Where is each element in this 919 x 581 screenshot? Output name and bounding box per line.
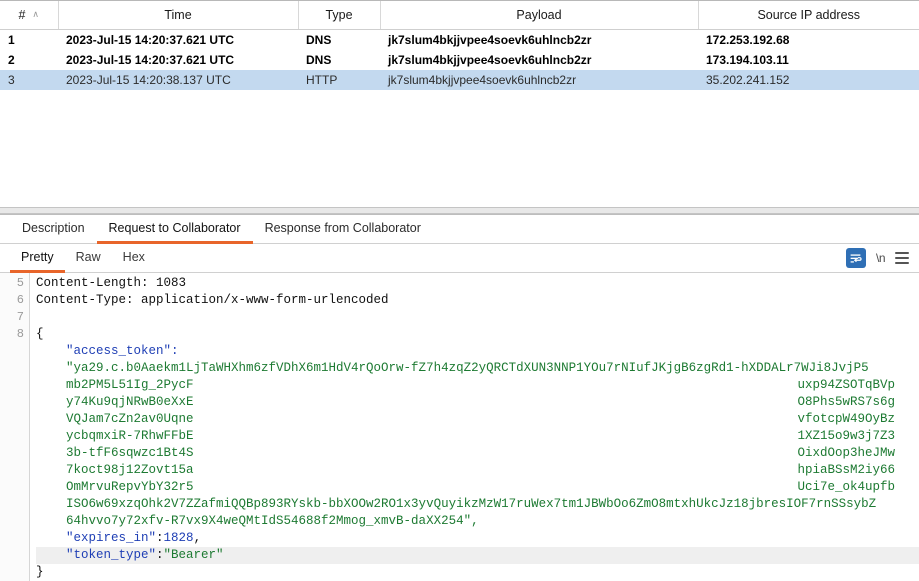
collaborator-interactions-table-panel: # ∧ Time Type Payload Source IP address …: [0, 0, 919, 207]
cell-payload: jk7slum4bkjjvpee4soevk6uhlncb2zr: [380, 70, 698, 90]
cell-time: 2023-Jul-15 14:20:38.137 UTC: [58, 70, 298, 90]
cell-number: 2: [0, 50, 58, 70]
table-row[interactable]: 2 2023-Jul-15 14:20:37.621 UTC DNS jk7sl…: [0, 50, 919, 70]
detail-tabbar: Description Request to Collaborator Resp…: [0, 215, 919, 244]
sort-ascending-icon: ∧: [32, 9, 39, 20]
message-editor[interactable]: 5 6 7 8 Content-Length: 1083 Content-Typ…: [0, 273, 919, 581]
wrapped-left: mb2PM5L51Ig_2PycF: [36, 377, 194, 394]
cell-source-ip: 172.253.192.68: [698, 30, 919, 51]
wrapped-left: OmMrvuRepvYbY32r5: [36, 479, 194, 496]
code-line: [36, 309, 919, 326]
wrapped-left: y74Ku9qjNRwB0eXxE: [36, 394, 194, 411]
code-line-wrapped: mb2PM5L51Ig_2PycF uxp94ZSOTqBVp: [36, 377, 919, 394]
burp-collaborator-window: # ∧ Time Type Payload Source IP address …: [0, 0, 919, 581]
column-header-source-ip[interactable]: Source IP address: [698, 1, 919, 30]
wrapped-left: 3b-tfF6sqwzc1Bt4S: [36, 445, 194, 462]
code-line-wrapped: y74Ku9qjNRwB0eXxE O8Phs5wRS7s6g: [36, 394, 919, 411]
show-newlines-icon[interactable]: \n: [876, 251, 885, 265]
tab-response-from-collaborator[interactable]: Response from Collaborator: [253, 215, 433, 244]
subtab-hex[interactable]: Hex: [112, 244, 156, 273]
code-line-expires-in: "expires_in":1828,: [36, 530, 919, 547]
wrapped-right: vfotcpW49OyBz: [797, 411, 895, 428]
code-line: }: [36, 564, 919, 581]
code-line: 64hvvo7y72xfv-R7vx9X4weQMtIdS54688f2Mmog…: [36, 513, 919, 530]
wrapped-right: uxp94ZSOTqBVp: [797, 377, 895, 394]
table-empty-area: [0, 90, 919, 207]
cell-number: 1: [0, 30, 58, 51]
line-number: 5: [0, 275, 29, 292]
code-line-wrapped: ycbqmxiR-7RhwFFbE 1XZ15o9w3j7Z3: [36, 428, 919, 445]
tab-description[interactable]: Description: [10, 215, 97, 244]
cell-time: 2023-Jul-15 14:20:37.621 UTC: [58, 30, 298, 51]
wrapped-left: VQJam7cZn2av0Uqne: [36, 411, 194, 428]
collaborator-interactions-table[interactable]: # ∧ Time Type Payload Source IP address …: [0, 1, 919, 90]
cell-source-ip: 35.202.241.152: [698, 70, 919, 90]
hamburger-menu-icon[interactable]: [895, 252, 909, 264]
line-number: 6: [0, 292, 29, 309]
message-body[interactable]: Content-Length: 1083 Content-Type: appli…: [30, 273, 919, 581]
wrapped-left: ycbqmxiR-7RhwFFbE: [36, 428, 194, 445]
json-key: "token_type": [36, 548, 156, 562]
column-header-payload[interactable]: Payload: [380, 1, 698, 30]
wrapped-right: hpiaBSsM2iy66: [797, 462, 895, 479]
column-header-number-label: #: [18, 8, 25, 22]
json-separator: :: [156, 531, 164, 545]
code-line: {: [36, 326, 919, 343]
subtabbar-actions: \n: [846, 244, 919, 272]
json-separator: :: [156, 548, 164, 562]
cell-payload: jk7slum4bkjjvpee4soevk6uhlncb2zr: [380, 30, 698, 51]
column-header-time[interactable]: Time: [58, 1, 298, 30]
line-number: 7: [0, 309, 29, 326]
code-line-wrapped: OmMrvuRepvYbY32r5 Uci7e_ok4upfb: [36, 479, 919, 496]
code-line-token-type: "token_type":"Bearer": [36, 547, 919, 564]
table-row[interactable]: 1 2023-Jul-15 14:20:37.621 UTC DNS jk7sl…: [0, 30, 919, 51]
json-string-value: "Bearer": [164, 548, 224, 562]
code-line: Content-Length: 1083: [36, 275, 919, 292]
table-header-row: # ∧ Time Type Payload Source IP address: [0, 1, 919, 30]
code-line-wrapped: "ya29.c.b0Aaekm1LjTaWHXhm6zfVDhX6m1HdV4r…: [36, 360, 919, 377]
word-wrap-icon[interactable]: [846, 248, 866, 268]
tab-request-to-collaborator[interactable]: Request to Collaborator: [97, 215, 253, 244]
message-view-subtabbar: Pretty Raw Hex \n: [0, 244, 919, 273]
column-header-type[interactable]: Type: [298, 1, 380, 30]
table-body: 1 2023-Jul-15 14:20:37.621 UTC DNS jk7sl…: [0, 30, 919, 91]
panel-splitter[interactable]: [0, 207, 919, 214]
column-header-number[interactable]: # ∧: [0, 1, 58, 30]
cell-type: DNS: [298, 50, 380, 70]
subtab-raw[interactable]: Raw: [65, 244, 112, 273]
cell-type: HTTP: [298, 70, 380, 90]
table-row[interactable]: 3 2023-Jul-15 14:20:38.137 UTC HTTP jk7s…: [0, 70, 919, 90]
code-line-wrapped: 7koct98j12Zovt15a hpiaBSsM2iy66: [36, 462, 919, 479]
wrapped-right: Uci7e_ok4upfb: [797, 479, 895, 496]
code-line: ISO6w69xzqOhk2V7ZZafmiQQBp893RYskb-bbXOO…: [36, 496, 919, 513]
code-line: Content-Type: application/x-www-form-url…: [36, 292, 919, 309]
wrapped-right: 1XZ15o9w3j7Z3: [797, 428, 895, 445]
subtab-pretty[interactable]: Pretty: [10, 244, 65, 273]
json-number-value: 1828: [164, 531, 194, 545]
line-number-gutter: 5 6 7 8: [0, 273, 30, 581]
cell-source-ip: 173.194.103.11: [698, 50, 919, 70]
code-line-access-token-key: "access_token":: [36, 343, 919, 360]
wrapped-left: "ya29.c.b0Aaekm1LjTaWHXhm6zfVDhX6m1HdV4r…: [36, 360, 869, 377]
code-line-wrapped: VQJam7cZn2av0Uqne vfotcpW49OyBz: [36, 411, 919, 428]
cell-type: DNS: [298, 30, 380, 51]
cell-number: 3: [0, 70, 58, 90]
code-line-wrapped: 3b-tfF6sqwzc1Bt4S OixdOop3heJMw: [36, 445, 919, 462]
cell-time: 2023-Jul-15 14:20:37.621 UTC: [58, 50, 298, 70]
cell-payload: jk7slum4bkjjvpee4soevk6uhlncb2zr: [380, 50, 698, 70]
wrapped-right: O8Phs5wRS7s6g: [797, 394, 895, 411]
wrapped-right: OixdOop3heJMw: [797, 445, 895, 462]
json-comma: ,: [194, 531, 202, 545]
interaction-detail-panel: Description Request to Collaborator Resp…: [0, 214, 919, 581]
line-number: 8: [0, 326, 29, 343]
wrapped-left: 7koct98j12Zovt15a: [36, 462, 194, 479]
